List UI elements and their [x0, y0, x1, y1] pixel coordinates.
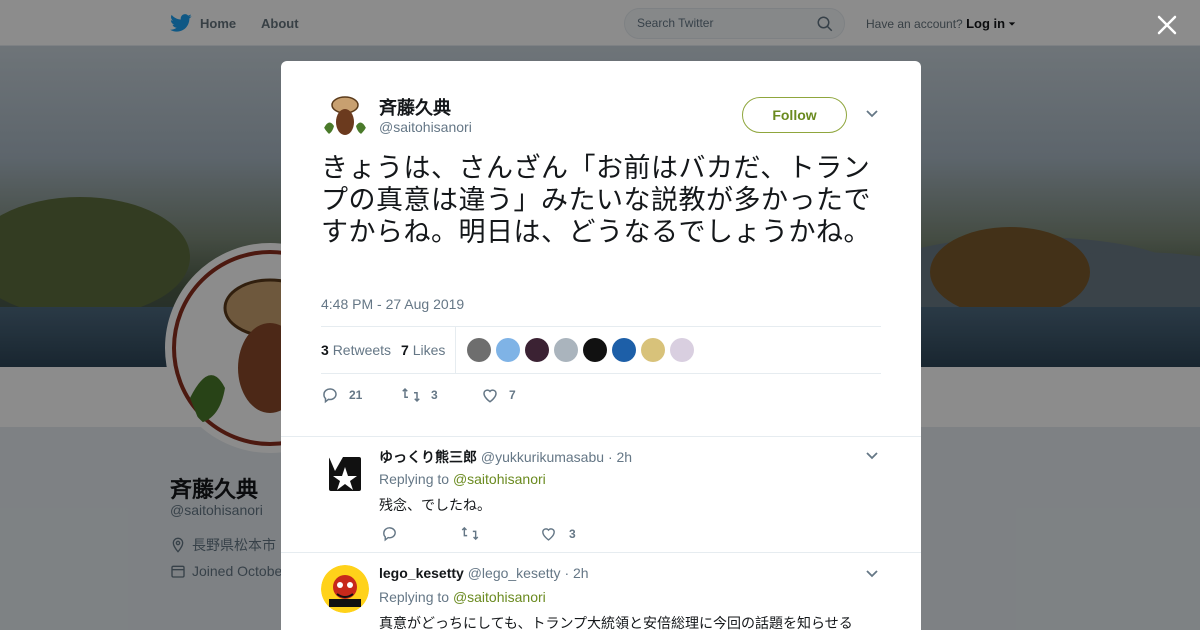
close-icon[interactable]: [1155, 13, 1179, 37]
reply-retweet-action[interactable]: [460, 525, 480, 542]
retweets-label: Retweets: [332, 342, 392, 358]
reply-author-handle[interactable]: @lego_kesetty: [468, 565, 561, 581]
reply-time[interactable]: · 2h: [608, 449, 632, 465]
replying-to: Replying to @saitohisanori: [379, 589, 546, 605]
reply-avatar[interactable]: [321, 565, 369, 613]
reply-icon: [323, 388, 337, 404]
reply-like-action[interactable]: 3: [540, 525, 576, 542]
reply-action[interactable]: 21: [321, 386, 362, 404]
retweet-action[interactable]: 3: [401, 386, 438, 404]
author-name[interactable]: 斉藤久典: [379, 94, 451, 120]
reply-author-name[interactable]: ゆっくり熊三郎: [379, 449, 477, 465]
replying-to-handle[interactable]: @saitohisanori: [453, 589, 546, 605]
tweet-modal: 斉藤久典 @saitohisanori Follow きょうは、さんざん「お前は…: [281, 61, 921, 630]
reply-icon: [383, 527, 396, 542]
retweets-count: 3: [321, 342, 329, 358]
reply-avatar-image: [321, 449, 369, 497]
chevron-down-icon[interactable]: [865, 567, 879, 581]
liker-avatar[interactable]: [554, 338, 578, 362]
tweet-timestamp[interactable]: 4:48 PM - 27 Aug 2019: [321, 296, 464, 312]
liker-avatar[interactable]: [612, 338, 636, 362]
chevron-down-icon[interactable]: [865, 449, 879, 463]
liker-avatar[interactable]: [670, 338, 694, 362]
liker-avatar[interactable]: [583, 338, 607, 362]
reply-author-name[interactable]: lego_kesetty: [379, 565, 464, 581]
liker-avatar[interactable]: [467, 338, 491, 362]
like-count: 7: [509, 388, 516, 402]
likes-count: 7: [401, 342, 409, 358]
reply-item[interactable]: ゆっくり熊三郎 @yukkurikumasabu · 2h Replying t…: [281, 436, 921, 553]
retweets-stat[interactable]: 3 Retweets: [321, 342, 391, 358]
replying-to-handle[interactable]: @saitohisanori: [453, 471, 546, 487]
retweet-icon: [461, 526, 479, 541]
reply-author-handle[interactable]: @yukkurikumasabu: [481, 449, 604, 465]
reply-reply-action[interactable]: [381, 525, 398, 542]
author-avatar[interactable]: [321, 92, 369, 140]
retweet-count: 3: [431, 388, 438, 402]
reply-time[interactable]: · 2h: [564, 565, 588, 581]
reply-count: 21: [349, 388, 363, 402]
reply-like-count: 3: [569, 526, 576, 541]
follow-button[interactable]: Follow: [742, 97, 847, 133]
reply-avatar[interactable]: [321, 449, 369, 497]
reply-header: ゆっくり熊三郎 @yukkurikumasabu · 2h: [379, 447, 632, 467]
replying-prefix: Replying to: [379, 471, 450, 487]
reply-header: lego_kesetty @lego_kesetty · 2h: [379, 565, 589, 581]
likes-stat[interactable]: 7 Likes: [401, 342, 445, 358]
tweet-text: きょうは、さんざん「お前はバカだ、トランプの真意は違う」みたいな説教が多かったで…: [321, 153, 871, 247]
tweet-stats: 3 Retweets 7 Likes: [321, 326, 881, 374]
replying-to: Replying to @saitohisanori: [379, 471, 546, 487]
author-handle[interactable]: @saitohisanori: [379, 119, 472, 135]
like-action[interactable]: 7: [481, 386, 516, 404]
liker-avatar[interactable]: [641, 338, 665, 362]
liker-avatars: [467, 338, 694, 362]
likes-label: Likes: [412, 342, 446, 358]
reply-avatar-image: [321, 565, 369, 613]
heart-icon: [483, 389, 497, 403]
retweet-icon: [402, 387, 420, 403]
reply-item[interactable]: lego_kesetty @lego_kesetty · 2h Replying…: [281, 552, 921, 630]
liker-avatar[interactable]: [496, 338, 520, 362]
reply-text: 残念、でしたね。: [379, 497, 491, 513]
replying-prefix: Replying to: [379, 589, 450, 605]
author-avatar-image: [321, 92, 369, 140]
stats-divider: [455, 327, 456, 373]
heart-icon: [542, 528, 555, 541]
chevron-down-icon[interactable]: [865, 107, 879, 121]
reply-text: 真意がどっちにしても、トランプ大統領と安倍総理に今回の話題を知らせる: [379, 615, 853, 630]
liker-avatar[interactable]: [525, 338, 549, 362]
